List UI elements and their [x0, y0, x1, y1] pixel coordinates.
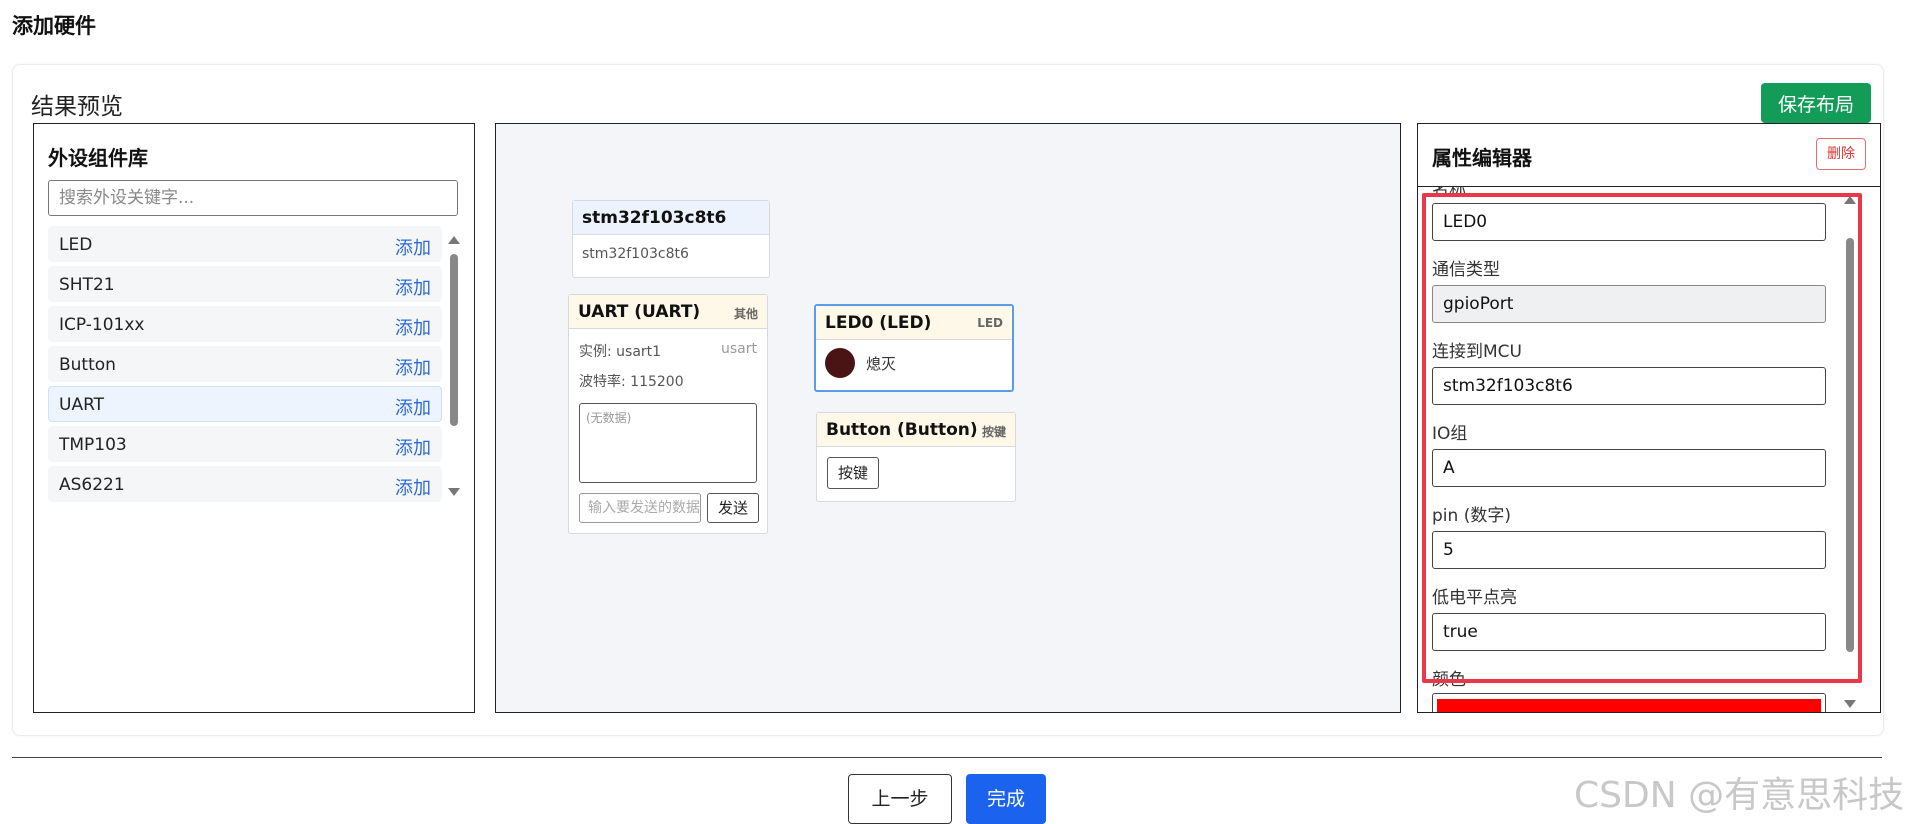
page-title: 添加硬件	[12, 14, 96, 38]
active-low-label: 低电平点亮	[1432, 588, 1517, 608]
mcu-label: 连接到MCU	[1432, 342, 1522, 362]
library-item[interactable]: SHT21 添加	[48, 266, 442, 302]
library-item[interactable]: UART 添加	[48, 386, 442, 422]
library-title: 外设组件库	[48, 146, 148, 170]
library-list: LED 添加 SHT21 添加 ICP-101xx 添加 Button 添加 U…	[48, 226, 442, 506]
library-scrollbar[interactable]	[446, 236, 462, 496]
scrollbar-thumb[interactable]	[1846, 238, 1854, 652]
layout-canvas[interactable]: stm32f103c8t6 stm32f103c8t6 UART (UART) …	[495, 123, 1401, 713]
uart-node-title: UART (UART)	[578, 302, 701, 322]
scroll-down-arrow-icon[interactable]	[1844, 700, 1856, 708]
add-link[interactable]: 添加	[395, 434, 431, 460]
name-field[interactable]: LED0	[1432, 203, 1826, 241]
add-link[interactable]: 添加	[395, 274, 431, 300]
button-node-title: Button (Button)	[826, 420, 978, 440]
color-picker[interactable]	[1432, 693, 1826, 712]
uart-node-tag: 其他	[733, 307, 758, 321]
name-label: 名称	[1432, 187, 1466, 200]
comm-type-label: 通信类型	[1432, 260, 1500, 280]
library-item[interactable]: Button 添加	[48, 346, 442, 382]
scroll-up-arrow-icon[interactable]	[448, 236, 460, 244]
mcu-node-subtitle: stm32f103c8t6	[582, 246, 689, 262]
library-item[interactable]: ICP-101xx 添加	[48, 306, 442, 342]
previous-step-button[interactable]: 上一步	[848, 774, 952, 824]
uart-node-header: UART (UART) 其他	[569, 295, 767, 329]
card-title: 结果预览	[31, 94, 123, 120]
library-item-name: AS6221	[59, 475, 125, 495]
button-node[interactable]: Button (Button) 按键 按键	[816, 412, 1016, 502]
uart-node[interactable]: UART (UART) 其他 实例: usart1 usart 波特率: 115…	[568, 294, 768, 534]
led-node-title: LED0 (LED)	[825, 313, 932, 333]
led-indicator-icon	[825, 348, 855, 378]
library-search-input[interactable]	[48, 180, 458, 216]
color-label: 颜色	[1432, 670, 1466, 690]
uart-send-input[interactable]: 输入要发送的数据	[579, 493, 701, 523]
property-editor-title: 属性编辑器	[1432, 146, 1532, 170]
led-state: 熄灭	[866, 355, 897, 373]
mcu-field[interactable]: stm32f103c8t6	[1432, 367, 1826, 405]
button-node-header: Button (Button) 按键	[817, 413, 1015, 447]
delete-button[interactable]: 删除	[1816, 138, 1866, 170]
footer-divider	[12, 757, 1882, 758]
library-item-name: ICP-101xx	[59, 315, 145, 335]
mcu-node-header: stm32f103c8t6	[573, 201, 769, 235]
uart-baud: 波特率: 115200	[579, 374, 684, 390]
add-link[interactable]: 添加	[395, 474, 431, 500]
library-item-name: LED	[59, 235, 93, 255]
library-item-name: TMP103	[59, 435, 127, 455]
save-layout-button[interactable]: 保存布局	[1761, 83, 1871, 123]
io-group-field[interactable]: A	[1432, 449, 1826, 487]
scroll-up-arrow-icon[interactable]	[1844, 196, 1856, 204]
add-link[interactable]: 添加	[395, 394, 431, 420]
result-preview-card: 结果预览 保存布局 外设组件库 LED 添加 SHT21 添加 ICP-101x…	[12, 64, 1884, 736]
library-item-name: SHT21	[59, 275, 115, 295]
io-group-label: IO组	[1432, 424, 1468, 444]
uart-send-button[interactable]: 发送	[707, 493, 759, 523]
library-item[interactable]: AS6221 添加	[48, 466, 442, 502]
color-swatch-fill	[1437, 699, 1821, 712]
library-item-name: UART	[59, 395, 105, 415]
mcu-node[interactable]: stm32f103c8t6 stm32f103c8t6	[572, 200, 770, 278]
add-link[interactable]: 添加	[395, 314, 431, 340]
property-scrollbar[interactable]	[1842, 196, 1858, 708]
led-node[interactable]: LED0 (LED) LED 熄灭	[814, 304, 1014, 392]
led-node-tag: LED	[977, 316, 1003, 330]
add-link[interactable]: 添加	[395, 354, 431, 380]
uart-instance-tag: usart	[721, 341, 757, 357]
scroll-down-arrow-icon[interactable]	[448, 488, 460, 496]
scrollbar-thumb[interactable]	[450, 254, 458, 426]
comm-type-field: gpioPort	[1432, 285, 1826, 323]
done-button[interactable]: 完成	[966, 774, 1046, 824]
uart-receive-textarea[interactable]: (无数据)	[579, 403, 757, 483]
property-form: 名称 LED0 通信类型 gpioPort 连接到MCU stm32f103c8…	[1418, 187, 1880, 712]
watermark: CSDN @有意思科技	[1574, 775, 1905, 816]
pin-field[interactable]: 5	[1432, 531, 1826, 569]
led-node-header: LED0 (LED) LED	[816, 306, 1012, 340]
library-item[interactable]: TMP103 添加	[48, 426, 442, 462]
library-item-name: Button	[59, 355, 116, 375]
active-low-field[interactable]: true	[1432, 613, 1826, 651]
uart-instance: 实例: usart1	[579, 344, 662, 360]
pin-label: pin (数字)	[1432, 506, 1511, 526]
library-item[interactable]: LED 添加	[48, 226, 442, 262]
component-library-panel: 外设组件库 LED 添加 SHT21 添加 ICP-101xx 添加 Butto…	[33, 123, 475, 713]
mcu-node-title: stm32f103c8t6	[582, 208, 727, 228]
button-node-press-button[interactable]: 按键	[827, 457, 879, 489]
add-link[interactable]: 添加	[395, 234, 431, 260]
button-node-tag: 按键	[981, 425, 1006, 439]
property-editor-panel: 属性编辑器 删除 名称 LED0 通信类型 gpioPort 连接到MCU st…	[1417, 123, 1881, 713]
